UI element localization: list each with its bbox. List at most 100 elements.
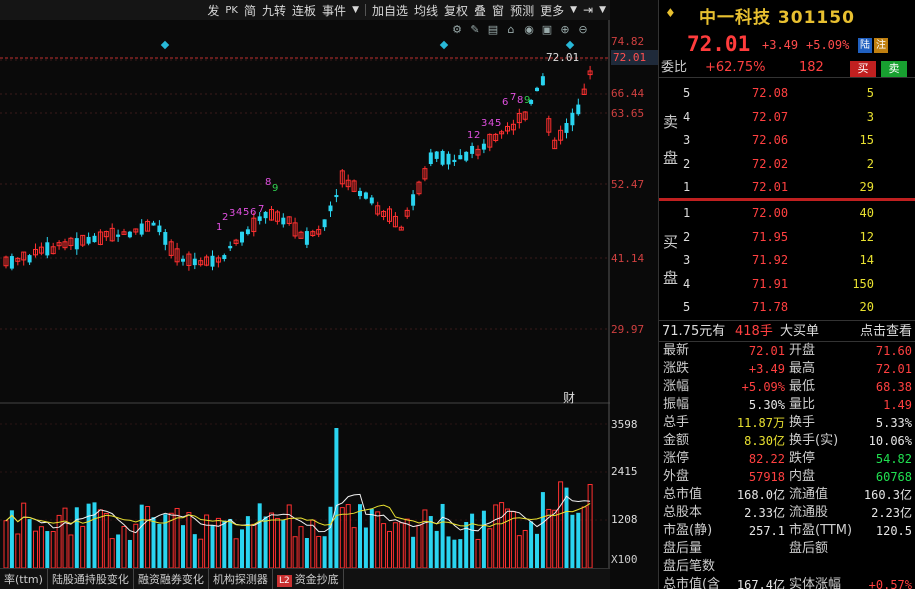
toolbar-more[interactable]: 更多 <box>540 2 564 19</box>
ask-row[interactable]: 5 72.08 5 <box>659 83 915 103</box>
financial-event-marker[interactable]: 财 <box>563 389 575 406</box>
bid-row[interactable]: 3 71.92 14 <box>659 250 915 270</box>
ask-price: 72.02 <box>752 156 789 171</box>
current-price-tag: 72.01 <box>611 50 658 65</box>
candle-body <box>45 242 50 256</box>
volume-bar <box>3 520 9 569</box>
sidebar-toggle-icon[interactable]: ⇥ <box>583 3 593 17</box>
volume-bar <box>576 512 581 568</box>
candle-body <box>464 151 469 161</box>
more-dropdown-icon[interactable]: ▼ <box>570 5 577 15</box>
td-sequence-label: 3 <box>229 208 235 219</box>
big-buy-qty: 418手 <box>735 324 773 339</box>
toolbar-jian[interactable]: 简 <box>244 2 256 19</box>
volume-bar <box>21 502 27 569</box>
bid-row[interactable]: 2 71.95 12 <box>659 227 915 247</box>
ask-row[interactable]: 3 72.06 15 <box>659 130 915 150</box>
quote-row: 总手 11.87万 换手 5.33% <box>659 414 915 432</box>
bid-row[interactable]: 4 71.91 150 <box>659 274 915 294</box>
toolbar-jiuzhuan[interactable]: 九转 <box>262 2 286 19</box>
volume-bar <box>422 509 428 569</box>
stock-price: 72.01 <box>687 32 751 56</box>
candle-body <box>458 155 463 160</box>
volume-bar <box>522 529 528 569</box>
candlestick-chart[interactable]: 12 3 4 5 6 7891 23 4 56 7 8 9 <box>0 20 610 586</box>
volume-bar <box>198 538 204 569</box>
quote-label: 盘后量 <box>663 541 703 556</box>
indicator-tabs: 率(ttm) 陆股通持股变化 融资融券变化 机构探测器 L2 资金抄底 <box>0 568 610 589</box>
quote-label: 跌停 <box>789 451 816 466</box>
volume-bar <box>45 531 50 568</box>
ask-row[interactable]: 2 72.02 2 <box>659 154 915 174</box>
volume-bar <box>398 522 404 569</box>
volume-bar <box>274 517 280 569</box>
volume-bar <box>292 536 298 569</box>
tab-northbound-holding[interactable]: 陆股通持股变化 <box>48 568 134 589</box>
quote-value: +0.57% <box>868 578 912 589</box>
candle-body <box>9 256 14 269</box>
quote-value: 72.01 <box>875 362 912 376</box>
volume-bar <box>351 527 357 569</box>
bid-volume: 12 <box>859 229 874 244</box>
toolbar-window[interactable]: 窗 <box>492 2 504 19</box>
tab-capital-bottom[interactable]: L2 资金抄底 <box>273 568 344 589</box>
volume-bar <box>581 506 587 569</box>
ask-price: 72.07 <box>752 109 789 124</box>
toolbar-fa[interactable]: 发 <box>207 2 219 19</box>
td-sequence-label: 5 <box>243 207 249 218</box>
ask-row[interactable]: 4 72.07 3 <box>659 107 915 127</box>
toolbar-forecast[interactable]: 预测 <box>510 2 534 19</box>
candle-body <box>481 143 486 150</box>
volume-bar <box>97 509 103 569</box>
toolbar-pk[interactable]: PK <box>225 5 238 16</box>
volume-bar <box>446 536 451 568</box>
quote-label: 总市值 <box>663 487 703 502</box>
price-axis-label: 41.14 <box>611 252 645 265</box>
bid-row[interactable]: 5 71.78 20 <box>659 297 915 317</box>
quote-value: 11.87万 <box>736 416 785 430</box>
registration-badge[interactable]: 注 <box>874 38 888 53</box>
northbound-badge[interactable]: 陆 <box>858 38 872 53</box>
toolbar-lianban[interactable]: 连板 <box>292 2 316 19</box>
bid-row[interactable]: 1 72.00 40 <box>659 203 915 223</box>
candle-body <box>27 255 32 263</box>
quote-label: 涨跌 <box>663 361 690 376</box>
volume-bar <box>33 530 38 569</box>
tab-margin-trading[interactable]: 融资融券变化 <box>134 568 209 589</box>
ask-level: 1 <box>683 180 691 194</box>
quote-label: 实体涨幅 <box>789 577 842 589</box>
volume-axis-label: 3598 <box>611 418 638 431</box>
toolbar-overlay[interactable]: 叠 <box>474 2 486 19</box>
candle-body <box>92 235 97 243</box>
volume-bar <box>257 503 262 568</box>
chart-area[interactable]: 发 PK 简 九转 连板 事件 ▼ 加自选 均线 复权 叠 窗 预测 更多 ▼ … <box>0 0 658 589</box>
stock-code: 301150 <box>777 8 855 28</box>
toolbar-ma[interactable]: 均线 <box>414 2 438 19</box>
volume-bar <box>505 508 510 569</box>
volume-bar <box>381 523 387 569</box>
quote-value: 168.0亿 <box>736 488 785 502</box>
sell-button[interactable]: 卖 <box>881 61 907 77</box>
toolbar-shijian[interactable]: 事件 <box>322 2 346 19</box>
volume-bar <box>186 512 192 569</box>
tab-institution-detector[interactable]: 机构探测器 <box>209 568 273 589</box>
quote-label: 量比 <box>789 397 816 412</box>
quote-value: 54.82 <box>875 452 912 466</box>
quote-label: 总市值(含 <box>663 577 721 589</box>
quote-row: 盘后量 盘后额 <box>659 540 915 558</box>
ask-price: 72.06 <box>752 133 789 147</box>
td-sequence-label: 8 <box>265 177 271 188</box>
tab-pe-ttm[interactable]: 率(ttm) <box>0 568 48 589</box>
buy-button[interactable]: 买 <box>850 61 876 77</box>
view-details-link[interactable]: 点击查看 <box>860 321 912 343</box>
toolbar-fuquan[interactable]: 复权 <box>444 2 468 19</box>
quote-label: 总手 <box>663 415 690 430</box>
dropdown-icon[interactable]: ▼ <box>352 5 359 15</box>
collapse-icon[interactable]: ▼ <box>599 5 606 15</box>
ask-row[interactable]: 1 72.01 29 <box>659 177 915 197</box>
volume-bar <box>481 510 486 568</box>
volume-bar <box>240 529 244 568</box>
chart-toolbar: 发 PK 简 九转 连板 事件 ▼ 加自选 均线 复权 叠 窗 预测 更多 ▼ … <box>0 0 610 20</box>
toolbar-add-watchlist[interactable]: 加自选 <box>372 2 408 19</box>
quote-row: 盘后笔数 <box>659 558 915 576</box>
